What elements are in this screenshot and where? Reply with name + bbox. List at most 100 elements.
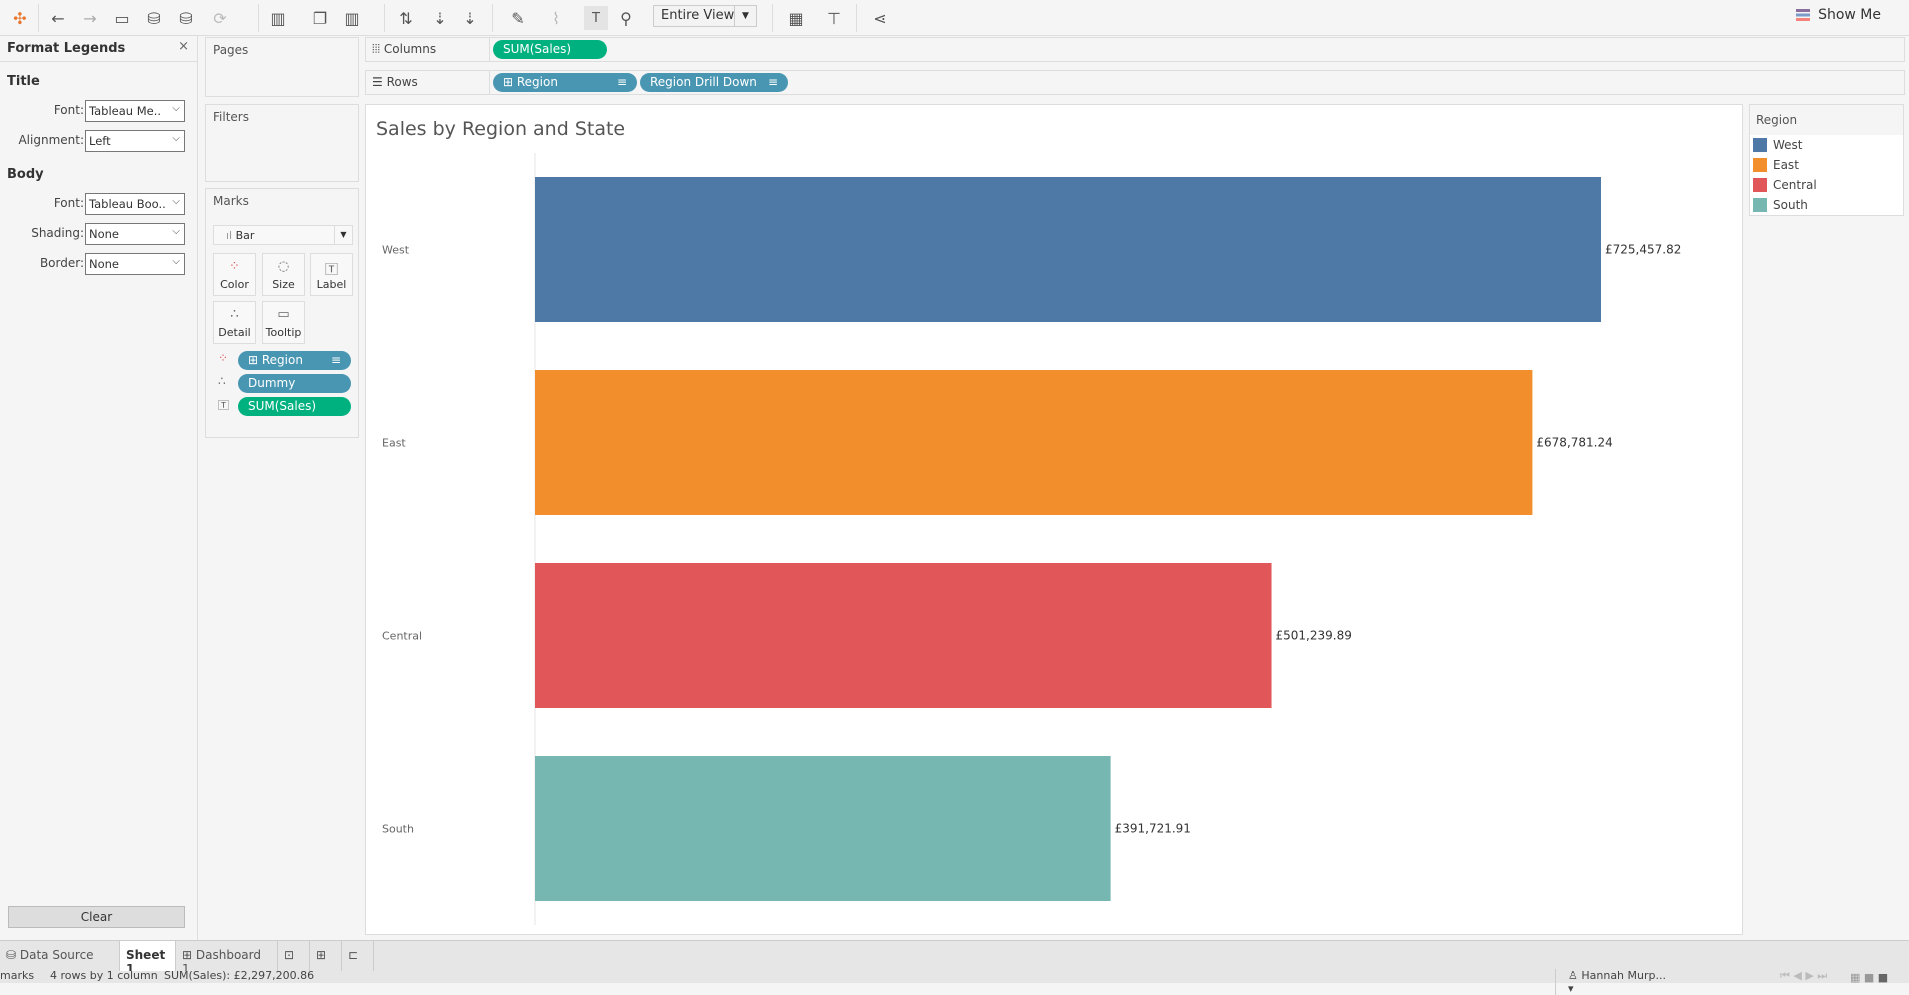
legend-item-west[interactable]: West: [1750, 135, 1903, 155]
data-label-central: £501,239.89: [1276, 629, 1352, 643]
show-me-button[interactable]: Show Me: [1796, 7, 1881, 23]
size-icon: ◌: [277, 259, 290, 274]
new-worksheet-tab-icon[interactable]: ⊡: [278, 941, 310, 971]
title-alignment-field: Alignment: Left ⌵: [0, 130, 190, 152]
pages-card[interactable]: Pages: [205, 37, 359, 97]
share-icon[interactable]: ⋖: [868, 6, 892, 30]
legend-title: Region: [1750, 105, 1903, 135]
sort-descending-icon[interactable]: ⇣: [458, 6, 482, 30]
legend-item-central[interactable]: Central: [1750, 175, 1903, 195]
show-labels-icon[interactable]: T: [584, 6, 608, 30]
dummy-pill[interactable]: Dummy: [238, 374, 351, 393]
group-icon[interactable]: ⌇: [544, 6, 568, 30]
data-label-west: £725,457.82: [1605, 243, 1681, 257]
bar-chart: West £725,457.82 East £678,781.24 Central £50…: [382, 153, 1681, 925]
region-pill[interactable]: ⊞ Region ≡: [238, 351, 351, 370]
shading-select[interactable]: None ⌵: [85, 223, 185, 245]
row-label-east: East: [382, 437, 406, 450]
detail-icon: ∴: [230, 307, 239, 322]
dashboard1-tab[interactable]: ⊞ Dashboard 1: [176, 941, 278, 976]
page-navigation[interactable]: ⏮ ◀ ▶ ⏭: [1780, 969, 1827, 983]
border-field: Border: None ⌵: [0, 253, 190, 275]
legend-swatch: [1753, 198, 1767, 212]
row-label-central: Central: [382, 630, 422, 643]
highlight-icon[interactable]: ✎: [506, 6, 530, 30]
pause-updates-icon[interactable]: ⛁: [174, 6, 198, 30]
clear-button[interactable]: Clear: [8, 906, 185, 928]
database-icon: ⛁: [6, 948, 20, 962]
columns-sum-sales-pill[interactable]: SUM(Sales): [493, 40, 607, 59]
clear-sheet-icon[interactable]: ▥: [340, 6, 364, 30]
format-legends-panel: Format Legends × Title Font: Tableau Me.. ⌵…: [0, 36, 198, 940]
fit-dropdown[interactable]: Entire View ▼: [653, 5, 757, 27]
tooltip-button[interactable]: ▭ Tooltip: [262, 301, 305, 344]
panel-title: Format Legends: [7, 41, 126, 56]
mark-type-select[interactable]: ıl Bar ▼: [213, 225, 353, 245]
new-datasource-icon[interactable]: ⛁: [142, 6, 166, 30]
data-label-south: £391,721.91: [1115, 822, 1191, 836]
row-label-west: West: [382, 244, 410, 257]
columns-icon: ⦙⦙⦙: [372, 42, 384, 56]
new-story-tab-icon[interactable]: ⊏: [342, 941, 374, 971]
title-font-field: Font: Tableau Me.. ⌵: [0, 100, 190, 122]
title-font-select[interactable]: Tableau Me.. ⌵: [85, 100, 185, 122]
tooltip-icon: ▭: [277, 307, 290, 322]
data-label-east: £678,781.24: [1536, 436, 1612, 450]
duplicate-sheet-icon[interactable]: ❐: [308, 6, 332, 30]
status-bar: marks 4 rows by 1 column SUM(Sales): £2,…: [0, 969, 1909, 995]
sheet-tabs-bar: ⛁ Data Source Sheet 1 ⊞ Dashboard 1 ⊡ ⊞ …: [0, 940, 1909, 976]
chart-area: Sales by Region and State West £725,457.8…: [365, 104, 1743, 935]
swap-icon[interactable]: ⇅: [394, 6, 418, 30]
border-select[interactable]: None ⌵: [85, 253, 185, 275]
bar-east: [535, 370, 1533, 515]
refresh-icon[interactable]: ⟳: [208, 6, 232, 30]
region-legend: Region West East Central South: [1749, 104, 1904, 216]
sum-sales-pill[interactable]: SUM(Sales): [238, 397, 351, 416]
user-menu[interactable]: ♙ Hannah Murp... ▾: [1555, 969, 1671, 995]
sheet1-tab[interactable]: Sheet 1: [120, 941, 176, 976]
dashboard-icon: ⊞: [182, 948, 196, 962]
size-button[interactable]: ◌ Size: [262, 253, 305, 296]
body-section: Body: [7, 167, 44, 182]
save-icon[interactable]: ▭: [110, 6, 134, 30]
detail-icon: ∴: [218, 374, 226, 388]
body-font-field: Font: Tableau Boo.. ⌵: [0, 193, 190, 215]
view-toggle-icon[interactable]: ▦ ■ ■: [1850, 971, 1888, 984]
columns-shelf[interactable]: ⦙⦙⦙ Columns SUM(Sales): [365, 37, 1905, 62]
legend-swatch: [1753, 158, 1767, 172]
bar-west: [535, 177, 1601, 322]
bar-south: [535, 756, 1111, 901]
body-font-select[interactable]: Tableau Boo.. ⌵: [85, 193, 185, 215]
legend-swatch: [1753, 178, 1767, 192]
title-alignment-select[interactable]: Left ⌵: [85, 130, 185, 152]
toolbar: ✣ ← → ▭ ⛁ ⛁ ⟳ ▥ ❐ ▥ ⇅ ⇣ ⇣ ✎ ⌇ T ⚲ Entire…: [0, 0, 1909, 36]
new-worksheet-icon[interactable]: ▥: [266, 6, 290, 30]
pin-icon[interactable]: ⚲: [614, 6, 638, 30]
user-icon: ♙: [1568, 969, 1582, 982]
filters-card[interactable]: Filters: [205, 104, 359, 182]
color-icon: ⁘: [229, 259, 240, 274]
rows-icon: ☰: [372, 75, 387, 89]
rows-shelf[interactable]: ☰ Rows ⊞ Region ≡ Region Drill Down ≡: [365, 70, 1905, 95]
show-me-icon: [1796, 9, 1811, 21]
rows-region-pill[interactable]: ⊞ Region ≡: [493, 73, 637, 92]
show-cards-icon[interactable]: ▦: [784, 6, 808, 30]
detail-button[interactable]: ∴ Detail: [213, 301, 256, 344]
shading-field: Shading: None ⌵: [0, 223, 190, 245]
title-section: Title: [7, 74, 40, 89]
back-icon[interactable]: ←: [46, 6, 70, 30]
forward-icon[interactable]: →: [78, 6, 102, 30]
row-label-south: South: [382, 823, 414, 836]
color-button[interactable]: ⁘ Color: [213, 253, 256, 296]
data-source-tab[interactable]: ⛁ Data Source: [0, 941, 120, 971]
new-dashboard-tab-icon[interactable]: ⊞: [310, 941, 342, 971]
tableau-logo-icon[interactable]: ✣: [8, 6, 32, 30]
close-icon[interactable]: ×: [178, 39, 189, 54]
marks-card: Marks ıl Bar ▼ ⁘ Color ◌ Size 🅃 Label ∴ Detai…: [205, 188, 359, 438]
legend-item-east[interactable]: East: [1750, 155, 1903, 175]
presentation-icon[interactable]: ⊤: [822, 6, 846, 30]
legend-item-south[interactable]: South: [1750, 195, 1903, 215]
sort-ascending-icon[interactable]: ⇣: [428, 6, 452, 30]
rows-region-drilldown-pill[interactable]: Region Drill Down ≡: [640, 73, 788, 92]
label-button[interactable]: 🅃 Label: [310, 253, 353, 296]
